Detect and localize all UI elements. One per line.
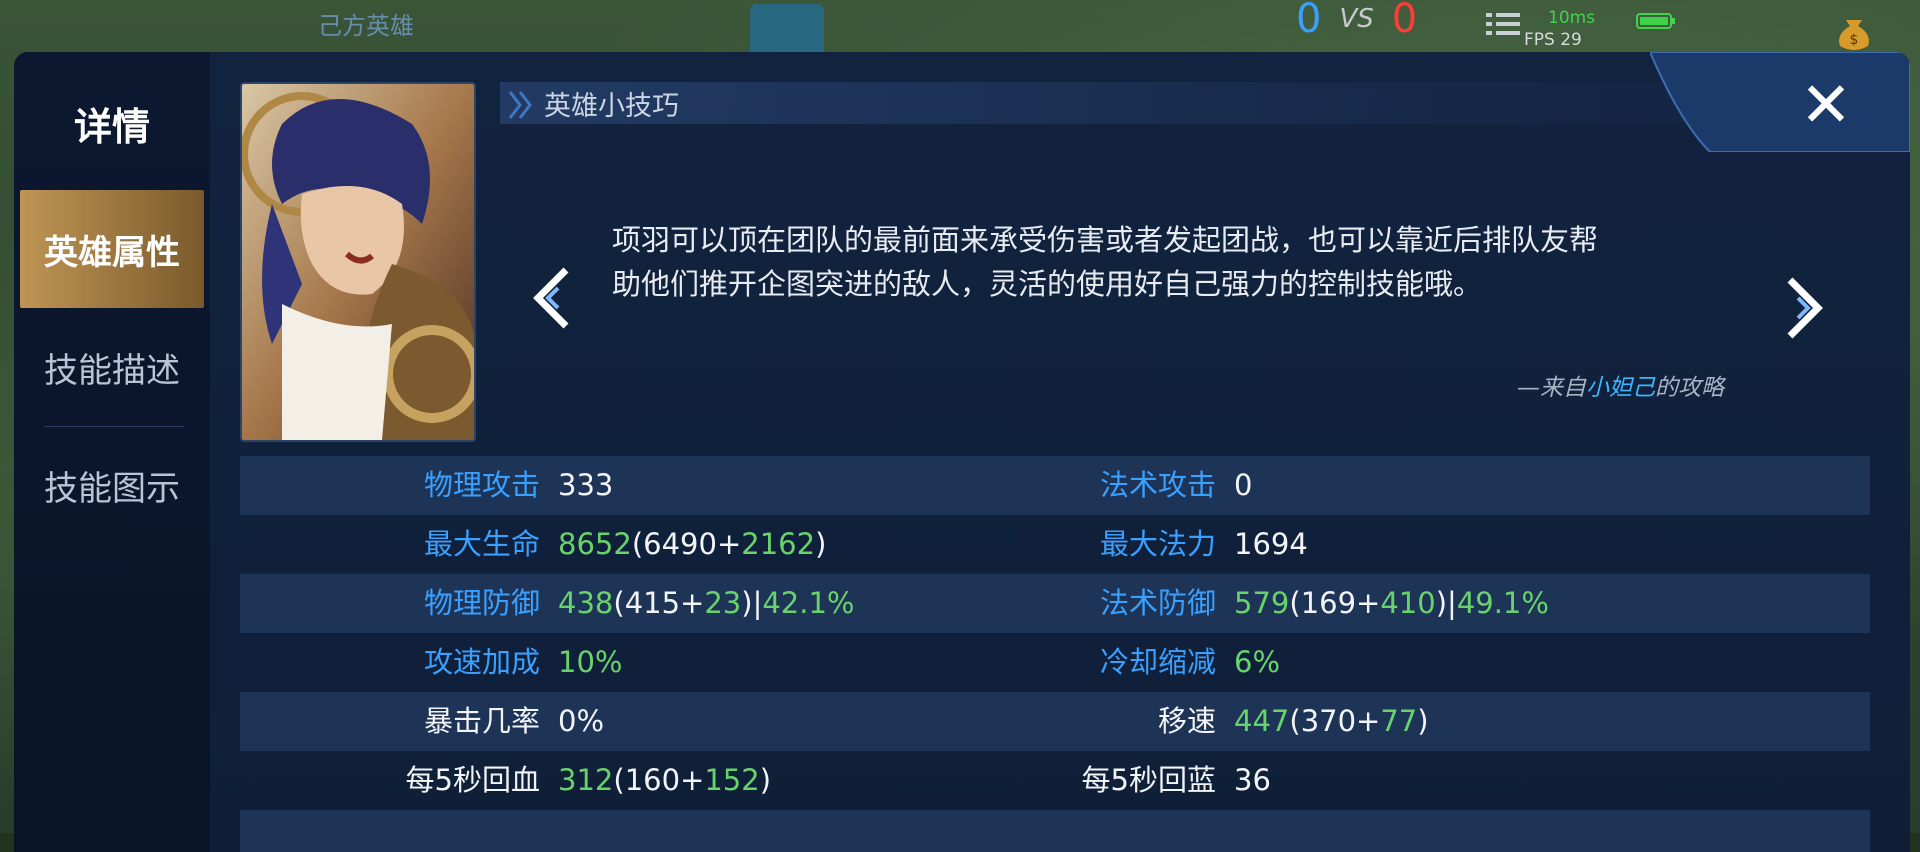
detail-content: 英雄小技巧 ✕ 项羽可以顶在团队的最前面来承受伤害或者发起团战，也可以靠近后排队… — [210, 52, 1910, 852]
stat-base: 169 — [1300, 586, 1357, 620]
tab-skill-illustration[interactable]: 技能图示 — [20, 426, 204, 544]
stat-label: 攻速加成 — [423, 645, 540, 679]
tab-hero-attributes[interactable]: 英雄属性 — [20, 190, 204, 308]
stat-value: 438(415+23)|42.1% — [558, 586, 855, 620]
stats-row: 每5秒回血 312(160+152) 每5秒回蓝 36 — [240, 751, 1870, 810]
scoreboard: 0 VS 0 — [1296, 0, 1417, 42]
stat-percent: 49.1% — [1456, 586, 1549, 620]
close-button-frame — [1650, 52, 1910, 152]
stat-bonus: 2162 — [741, 527, 816, 561]
stats-row: 攻速加成 10% 冷却缩减 6% — [240, 633, 1870, 692]
stats-row: 物理攻击 333 法术攻击 0 — [240, 456, 1870, 515]
next-tip-arrow-icon[interactable] — [1778, 276, 1828, 340]
stat-bonus: 77 — [1380, 704, 1418, 738]
stat-label: 物理攻击 — [423, 468, 540, 502]
hero-portrait — [240, 82, 476, 442]
stat-bonus: 410 — [1380, 586, 1436, 620]
stat-value: 0 — [1234, 468, 1253, 502]
hero-portrait-art — [242, 84, 474, 440]
svg-text:$: $ — [1850, 32, 1859, 48]
stat-label: 暴击几率 — [423, 704, 540, 738]
stat-value: 0% — [558, 704, 605, 738]
stat-total: 312 — [558, 763, 614, 797]
stat-bonus: 23 — [704, 586, 742, 620]
stat-value: 8652(6490+2162) — [558, 527, 827, 561]
stat-value: 579(169+410)|49.1% — [1234, 586, 1549, 620]
hero-detail-panel: 详情 英雄属性 技能描述 技能图示 英雄小技巧 ✕ 项羽可以顶在团队的最前面来承… — [14, 52, 1910, 852]
stat-label: 法术防御 — [1099, 586, 1216, 620]
ally-score: 0 — [1296, 0, 1322, 42]
enemy-score: 0 — [1391, 0, 1418, 42]
stat-base: 160 — [624, 763, 681, 797]
top-hud: 己方英雄 0 VS 0 10ms FPS 29 $ — [0, 0, 1920, 60]
close-button[interactable]: ✕ — [1650, 52, 1910, 152]
money-bag-icon[interactable]: $ — [1832, 10, 1876, 54]
stat-base: 415 — [624, 586, 681, 620]
stat-percent: 42.1% — [762, 586, 855, 620]
fps-indicator: FPS 29 — [1524, 30, 1582, 50]
stat-label: 每5秒回蓝 — [1081, 763, 1216, 797]
stat-total: 438 — [558, 586, 614, 620]
stats-row: 最大生命 8652(6490+2162) 最大法力 1694 — [240, 515, 1870, 574]
stats-row-partial — [240, 810, 1870, 852]
stat-bonus: 152 — [704, 763, 760, 797]
stat-total: 447 — [1234, 704, 1290, 738]
prev-tip-arrow-icon[interactable] — [528, 266, 578, 330]
tip-text: 项羽可以顶在团队的最前面来承受伤害或者发起团战，也可以靠近后排队友帮助他们推开企… — [612, 223, 1599, 301]
stat-value: 333 — [558, 468, 614, 502]
double-chevron-icon — [508, 91, 532, 119]
tab-skill-description[interactable]: 技能描述 — [20, 308, 204, 426]
stat-label: 最大法力 — [1099, 527, 1216, 561]
stat-base: 6490 — [643, 527, 717, 561]
stat-label: 每5秒回血 — [405, 763, 540, 797]
stat-value: 1694 — [1234, 527, 1308, 561]
stat-base: 370 — [1300, 704, 1357, 738]
tip-source-suffix: 的攻略 — [1655, 375, 1724, 401]
stat-label: 物理防御 — [423, 586, 540, 620]
menu-icon[interactable] — [1484, 10, 1524, 38]
tips-title: 英雄小技巧 — [544, 91, 679, 122]
sidebar: 详情 英雄属性 技能描述 技能图示 — [14, 52, 211, 852]
sidebar-header: 详情 — [73, 105, 150, 149]
close-icon[interactable]: ✕ — [1800, 74, 1852, 136]
stat-value: 6% — [1234, 645, 1281, 679]
stat-label: 移速 — [1157, 704, 1216, 738]
stat-total: 8652 — [558, 527, 632, 561]
stat-label: 最大生命 — [423, 527, 540, 561]
stat-label: 冷却缩减 — [1099, 645, 1216, 679]
vs-label: VS — [1339, 4, 1374, 34]
stats-row: 暴击几率 0% 移速 447(370+77) — [240, 692, 1870, 751]
stat-value: 312(160+152) — [558, 763, 772, 797]
stat-total: 579 — [1234, 586, 1290, 620]
tip-source-prefix: —来自 — [1517, 375, 1586, 401]
stat-label: 法术攻击 — [1099, 468, 1216, 502]
stats-table: 物理攻击 333 法术攻击 0 最大生命 8652(6490+2162) 最大法… — [240, 456, 1870, 852]
stat-value: 447(370+77) — [1234, 704, 1429, 738]
stat-value: 36 — [1234, 763, 1271, 797]
battery-icon — [1636, 13, 1675, 29]
tip-source: —来自小妲己的攻略 — [1517, 368, 1724, 402]
tip-author-link[interactable]: 小妲己 — [1586, 375, 1655, 401]
ping-indicator: 10ms — [1548, 8, 1596, 28]
stat-value: 10% — [558, 645, 623, 679]
ally-heroes-title: 己方英雄 — [318, 12, 414, 40]
stats-row: 物理防御 438(415+23)|42.1% 法术防御 579(169+410)… — [240, 574, 1870, 633]
